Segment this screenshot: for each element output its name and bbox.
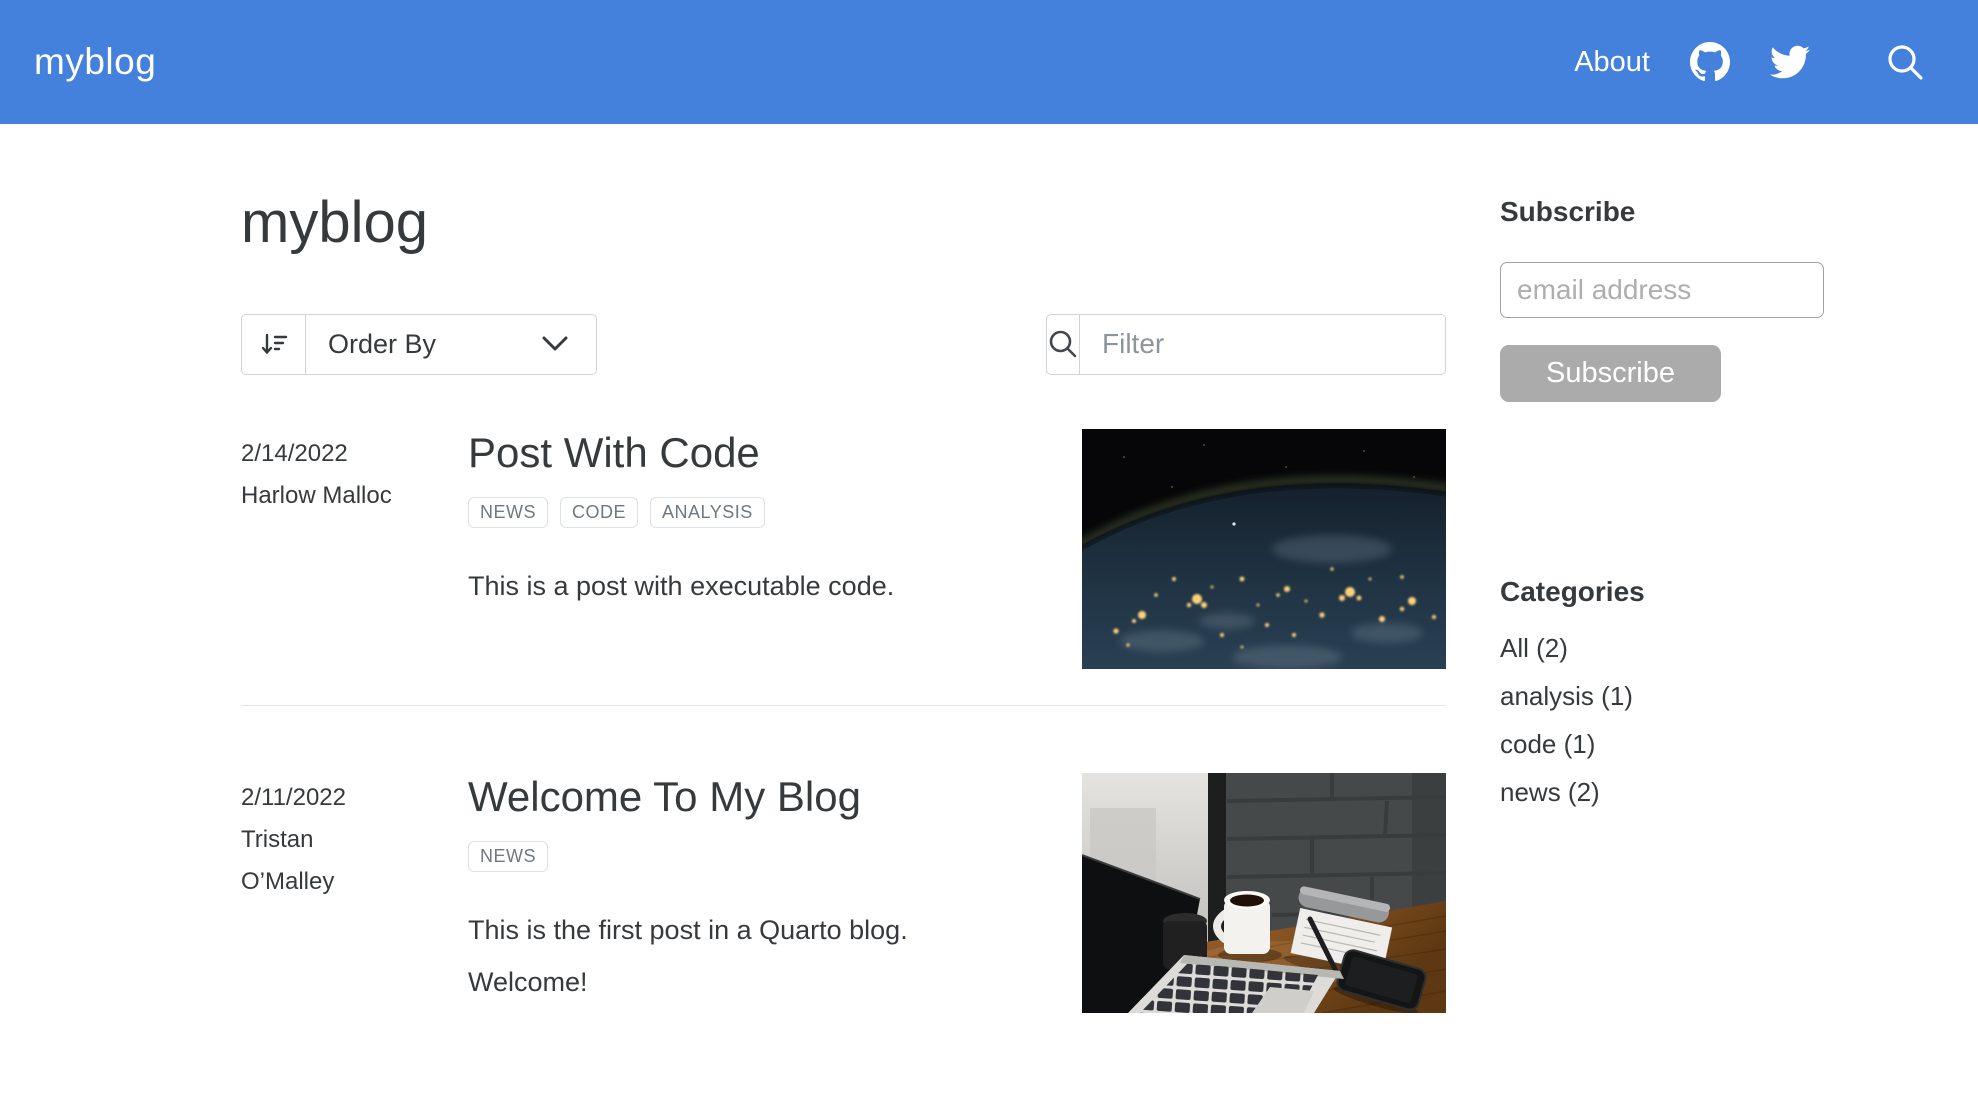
twitter-icon[interactable] xyxy=(1770,42,1810,82)
order-by-label: Order By xyxy=(328,328,437,359)
main-column: myblog Order By Filter 2/14/2022 Harlow … xyxy=(241,124,1446,1013)
subscribe-heading: Subscribe xyxy=(1500,196,1636,227)
subscribe-button[interactable]: Subscribe xyxy=(1500,345,1721,402)
tag-news[interactable]: NEWS xyxy=(468,496,548,528)
navbar-right: About xyxy=(1574,41,1926,83)
github-icon[interactable] xyxy=(1690,42,1730,82)
post-title[interactable]: Post With Code xyxy=(468,429,1082,477)
sidebar: Subscribe Subscribe Categories All (2) a… xyxy=(1500,124,1824,816)
post-date: 2/11/2022 xyxy=(241,783,346,811)
post-title[interactable]: Welcome To My Blog xyxy=(468,773,1082,821)
tag-analysis[interactable]: ANALYSIS xyxy=(650,496,765,528)
categories-heading: Categories xyxy=(1500,576,1645,607)
nav-link-about[interactable]: About xyxy=(1574,46,1650,79)
post-thumbnail-desk[interactable] xyxy=(1082,772,1446,1013)
search-icon[interactable] xyxy=(1884,41,1926,83)
post-tags: NEWS CODE ANALYSIS xyxy=(468,496,1082,528)
post-tags: NEWS xyxy=(468,840,1082,872)
sort-amount-down-icon xyxy=(242,314,306,374)
navbar: myblog About xyxy=(0,0,1978,124)
category-all[interactable]: All (2) xyxy=(1500,624,1824,672)
post-body: Welcome To My Blog NEWS This is the firs… xyxy=(468,773,1082,1013)
post-thumbnail-earth[interactable] xyxy=(1082,428,1446,669)
post-meta: 2/14/2022 Harlow Malloc xyxy=(241,429,468,669)
filter-input[interactable] xyxy=(1080,314,1445,374)
post-description: This is a post with executable code. xyxy=(468,570,895,601)
category-analysis[interactable]: analysis (1) xyxy=(1500,672,1824,720)
page-content: myblog Order By Filter 2/14/2022 Harlow … xyxy=(0,124,1978,1013)
categories-list: All (2) analysis (1) code (1) news (2) xyxy=(1500,624,1824,816)
post-listing: 2/14/2022 Harlow Malloc Post With Code N… xyxy=(241,428,1446,1013)
post-separator xyxy=(241,704,1446,706)
navbar-brand[interactable]: myblog xyxy=(34,41,156,83)
tag-code[interactable]: CODE xyxy=(560,496,639,528)
category-news[interactable]: news (2) xyxy=(1500,768,1824,816)
post-item: 2/14/2022 Harlow Malloc Post With Code N… xyxy=(241,428,1446,669)
tag-news[interactable]: NEWS xyxy=(468,840,548,872)
page-title: myblog xyxy=(241,190,428,255)
search-icon xyxy=(1047,314,1080,374)
listing-toolbar: Order By xyxy=(241,313,1446,375)
post-meta: 2/11/2022 Tristan O’Malley xyxy=(241,773,468,1013)
post-description: This is the first post in a Quarto blog.… xyxy=(468,914,908,997)
email-field[interactable] xyxy=(1500,262,1824,318)
post-item: 2/11/2022 Tristan O’Malley Welcome To My… xyxy=(241,772,1446,1013)
order-by-dropdown[interactable]: Order By xyxy=(241,313,597,375)
filter-group xyxy=(1046,313,1446,375)
post-author: Harlow Malloc xyxy=(241,481,392,509)
post-date: 2/14/2022 xyxy=(241,439,348,467)
post-body: Post With Code NEWS CODE ANALYSIS This i… xyxy=(468,429,1082,669)
post-author: Tristan O’Malley xyxy=(241,825,335,895)
chevron-down-icon xyxy=(542,315,596,374)
category-code[interactable]: code (1) xyxy=(1500,720,1824,768)
